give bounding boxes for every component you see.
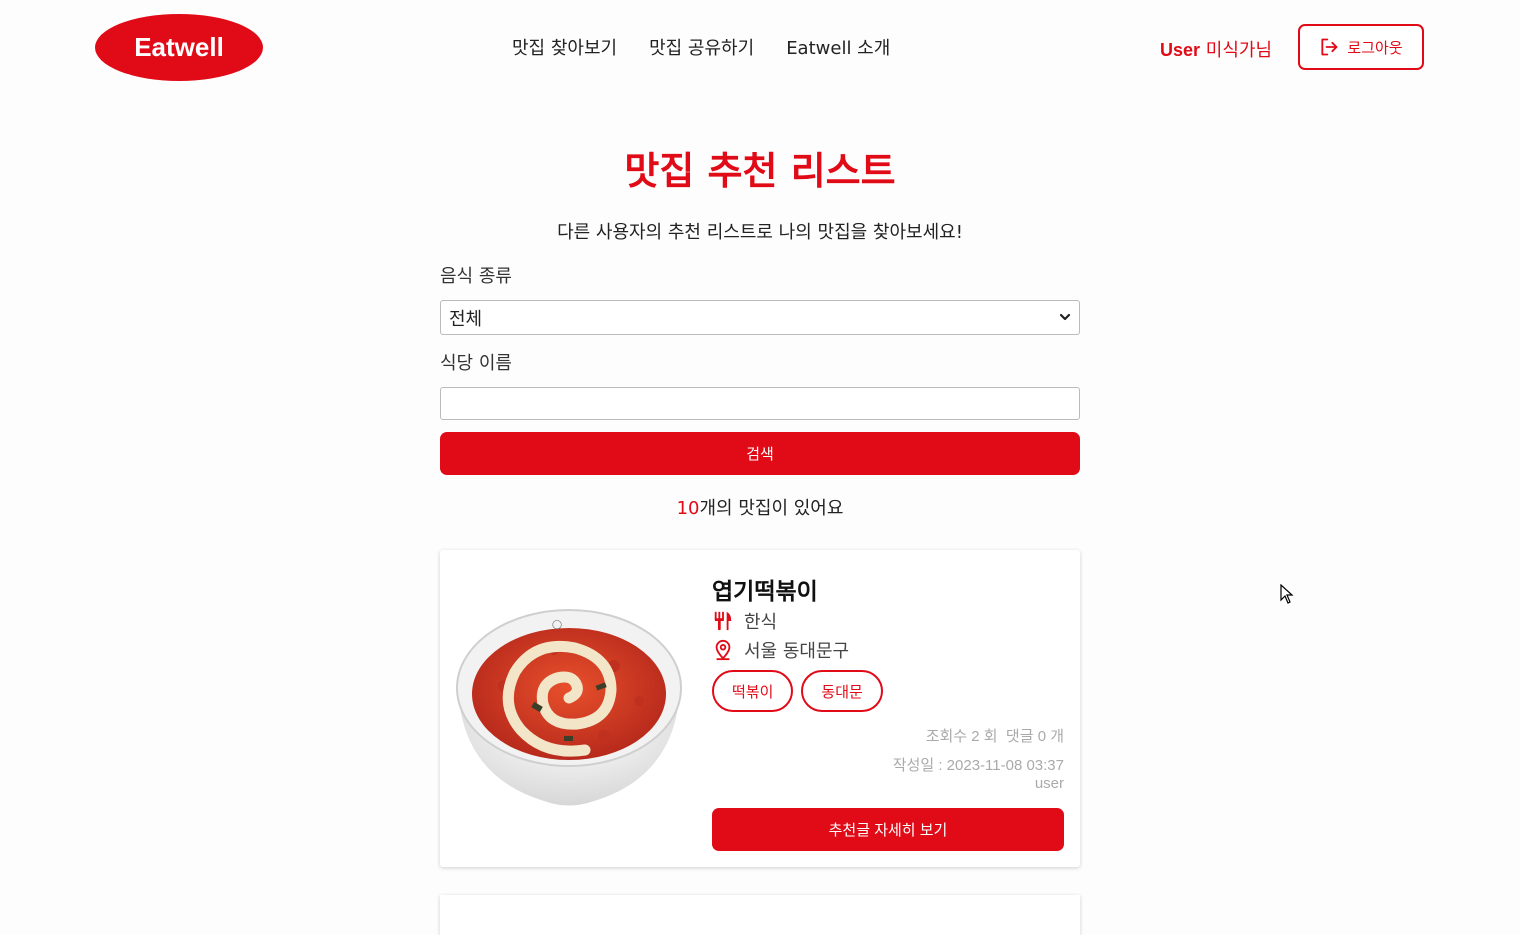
utensils-icon (714, 611, 732, 630)
result-count: 10개의 맛집이 있어요 (0, 494, 1520, 520)
restaurant-category: 한식 (744, 611, 778, 633)
post-author: user (1034, 775, 1064, 792)
search-button[interactable]: 검색 (440, 432, 1080, 475)
tag-chip[interactable]: 떡볶이 (712, 670, 794, 712)
logout-label: 로그아웃 (1347, 38, 1403, 57)
user-label: User (1160, 40, 1201, 60)
chevron-down-icon (1059, 313, 1071, 321)
restaurant-name-label: 식당 이름 (440, 353, 512, 374)
mouse-cursor-icon (1280, 584, 1294, 604)
logout-icon (1321, 38, 1338, 56)
result-count-number: 10 (676, 498, 700, 519)
nav-share-restaurants[interactable]: 맛집 공유하기 (649, 34, 754, 60)
food-type-value: 전체 (449, 309, 483, 330)
restaurant-name: 엽기떡볶이 (712, 579, 818, 605)
comment-count: 댓글 0 개 (1005, 728, 1064, 745)
main-nav: 맛집 찾아보기 맛집 공유하기 Eatwell 소개 (512, 34, 922, 60)
header: Eatwell 맛집 찾아보기 맛집 공유하기 Eatwell 소개 User … (0, 0, 1520, 96)
nav-about[interactable]: Eatwell 소개 (786, 34, 890, 60)
restaurant-name-input[interactable] (440, 387, 1080, 420)
card-body: 엽기떡볶이 한식 서울 동대문구 떡볶이 동대문 조회수 2 회 댓글 0 개 … (712, 572, 1064, 793)
page-title: 맛집 추천 리스트 (624, 149, 896, 193)
post-stats: 조회수 2 회 댓글 0 개 작성일 : 2023-11-08 03:37 us… (712, 728, 1064, 793)
food-image: ◯ (456, 609, 682, 806)
location-row: 서울 동대문구 (712, 635, 1064, 664)
restaurant-card-next (440, 895, 1080, 935)
location-pin-icon (715, 639, 731, 660)
restaurant-location: 서울 동대문구 (744, 640, 850, 662)
result-count-text: 개의 맛집이 있어요 (699, 498, 844, 519)
tag-list: 떡볶이 동대문 (712, 670, 1064, 712)
restaurant-card: ◯ 엽기떡볶이 한식 서울 동대문구 떡볶이 동대문 조회수 2 회 댓글 0 … (440, 550, 1080, 867)
user-greeting: User 미식가님 (1160, 36, 1272, 62)
category-row: 한식 (712, 606, 1064, 635)
svg-text:◯: ◯ (552, 620, 562, 630)
food-type-label: 음식 종류 (440, 266, 512, 287)
search-form: 음식 종류 전체 식당 이름 검색 (440, 262, 1080, 475)
food-type-select[interactable]: 전체 (440, 300, 1080, 335)
nav-find-restaurants[interactable]: 맛집 찾아보기 (512, 34, 617, 60)
page-subtitle: 다른 사용자의 추천 리스트로 나의 맛집을 찾아보세요! (557, 222, 963, 243)
views-comments: 조회수 2 회 댓글 0 개 (712, 728, 1064, 746)
logout-button[interactable]: 로그아웃 (1298, 24, 1424, 70)
view-detail-button[interactable]: 추천글 자세히 보기 (712, 808, 1064, 851)
post-date: 작성일 : 2023-11-08 03:37 (892, 757, 1064, 774)
user-name: 미식가님 (1205, 40, 1273, 61)
tag-chip[interactable]: 동대문 (801, 670, 883, 712)
view-count: 조회수 2 회 (925, 728, 998, 745)
logo[interactable]: Eatwell (95, 14, 263, 81)
